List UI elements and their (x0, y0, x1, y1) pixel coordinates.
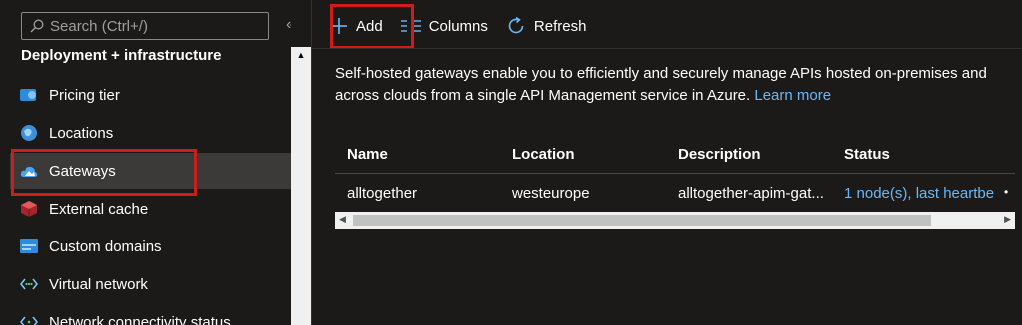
search-input[interactable]: Search (Ctrl+/) (21, 12, 269, 40)
scroll-up-arrow-icon[interactable]: ▲ (291, 50, 311, 64)
section-title: Deployment + infrastructure (21, 47, 222, 64)
sidebar-item-label: Locations (49, 124, 114, 142)
refresh-icon (508, 16, 524, 34)
scroll-right-arrow-icon[interactable]: ▶ (1004, 214, 1011, 225)
domain-icon (20, 237, 38, 255)
search-placeholder: Search (Ctrl+/) (50, 17, 148, 35)
sidebar-item-external-cache[interactable]: External cache (10, 191, 291, 227)
refresh-label: Refresh (533, 17, 587, 35)
sidebar-item-network-connectivity-status[interactable]: Network connectivity status (10, 304, 291, 325)
search-icon (30, 19, 44, 33)
table-row[interactable]: alltogether westeurope alltogether-apim-… (335, 174, 1015, 212)
sidebar-item-pricing-tier[interactable]: Pricing tier (10, 77, 291, 113)
more-indicator: • (1004, 185, 1009, 199)
globe-icon (20, 124, 38, 142)
column-header-description[interactable]: Description (678, 146, 761, 163)
cache-cube-icon (20, 200, 38, 218)
refresh-button[interactable]: Refresh (506, 16, 587, 36)
sidebar-item-label: Pricing tier (49, 86, 120, 104)
toolbar-divider (312, 48, 1022, 49)
scrollbar-thumb[interactable] (353, 215, 931, 226)
description-text: Self-hosted gateways enable you to effic… (335, 65, 987, 104)
gateways-highlight-box (11, 149, 197, 196)
sidebar-item-label: External cache (49, 200, 149, 218)
sidebar-item-virtual-network[interactable]: Virtual network (10, 266, 291, 302)
column-header-name[interactable]: Name (347, 146, 388, 163)
sidebar: Search (Ctrl+/) « Deployment + infrastru… (0, 0, 291, 325)
sidebar-item-label: Virtual network (49, 275, 148, 293)
sidebar-item-label: Network connectivity status (49, 313, 231, 325)
sidebar-item-custom-domains[interactable]: Custom domains (10, 228, 291, 264)
table-header: Name Location Description Status (335, 135, 1015, 174)
columns-label: Columns (428, 17, 488, 35)
cell-status-link[interactable]: 1 node(s), last heartbe (844, 185, 1009, 202)
collapse-sidebar-button[interactable]: « (286, 16, 291, 34)
column-header-status[interactable]: Status (844, 146, 890, 163)
learn-more-link[interactable]: Learn more (754, 87, 831, 104)
virtual-network-icon (20, 275, 38, 293)
cell-location: westeurope (512, 184, 590, 202)
scroll-left-arrow-icon[interactable]: ◀ (339, 214, 346, 225)
cell-name[interactable]: alltogether (347, 185, 417, 202)
sidebar-item-label: Custom domains (49, 237, 162, 255)
cell-description: alltogether-apim-gat... (678, 184, 824, 202)
network-status-icon (20, 313, 38, 325)
description: Self-hosted gateways enable you to effic… (335, 63, 995, 107)
sidebar-item-locations[interactable]: Locations (10, 115, 291, 151)
sidebar-scrollbar[interactable] (291, 47, 311, 325)
table-horizontal-scrollbar[interactable]: ◀ ▶ (335, 212, 1015, 229)
gateways-table: Name Location Description Status alltoge… (335, 135, 1015, 212)
pricing-tier-icon (20, 86, 38, 104)
column-header-location[interactable]: Location (512, 146, 575, 163)
add-highlight-box (330, 4, 414, 49)
